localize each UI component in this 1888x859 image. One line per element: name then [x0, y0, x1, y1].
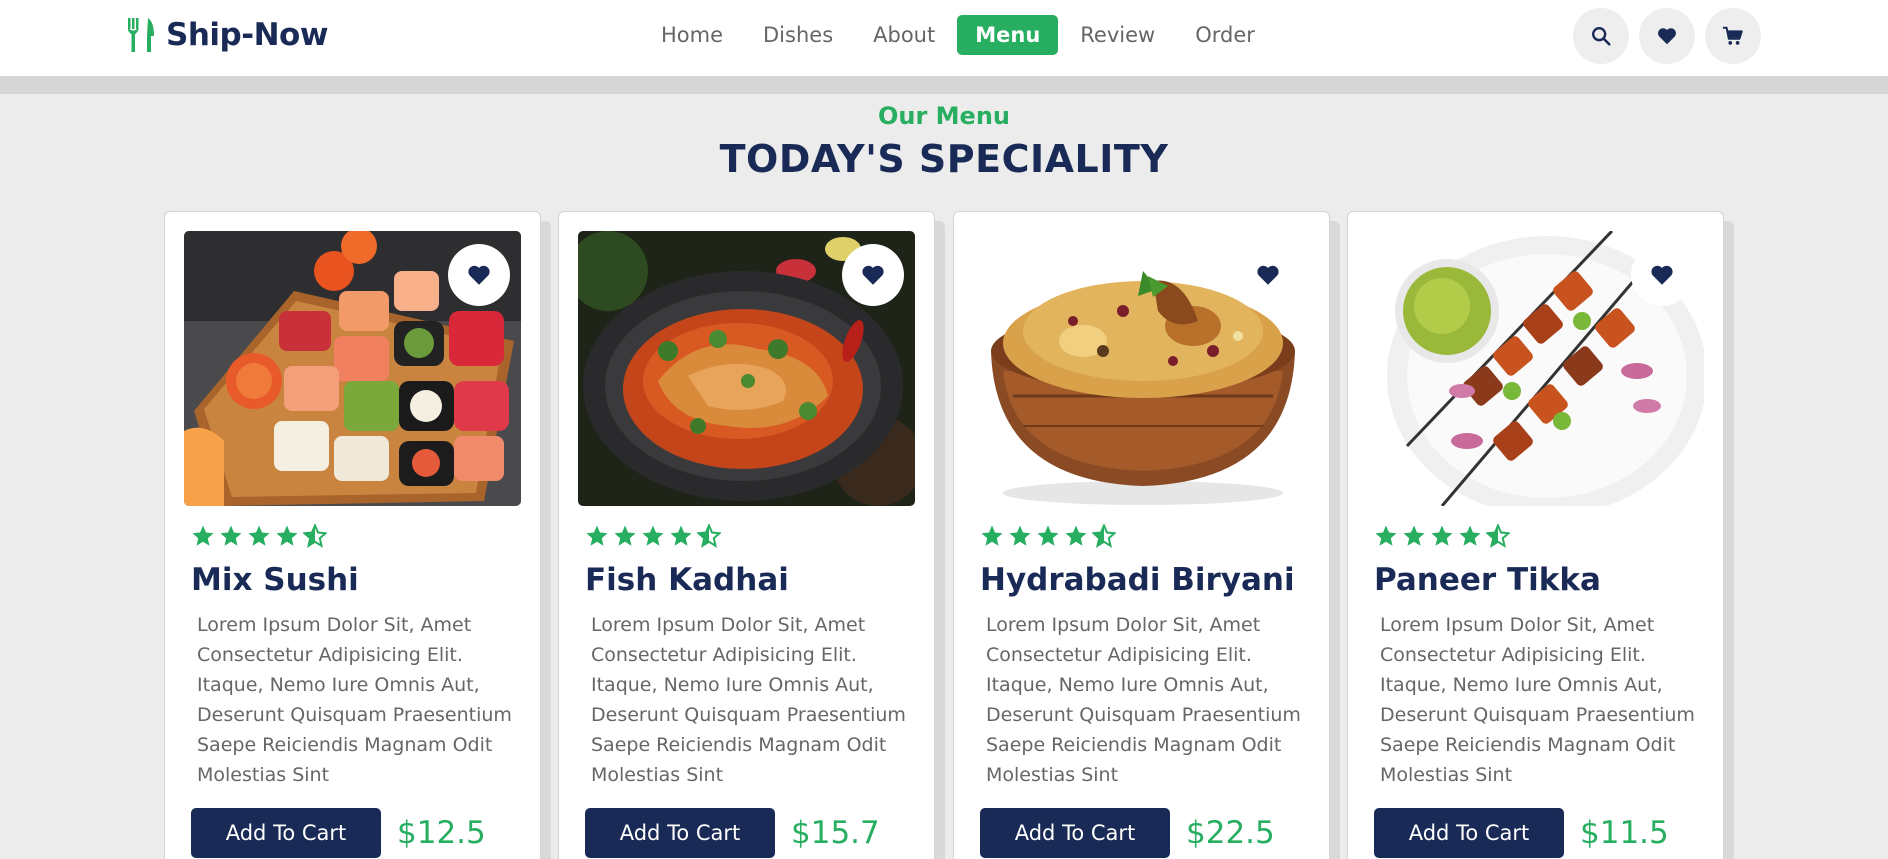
star-icon	[586, 525, 608, 546]
nav-about[interactable]: About	[853, 15, 955, 55]
nav-review[interactable]: Review	[1060, 15, 1175, 55]
search-button[interactable]	[1573, 8, 1629, 64]
add-to-cart-button[interactable]: Add To Cart	[980, 808, 1170, 858]
favorite-button[interactable]	[448, 244, 510, 306]
add-to-cart-button[interactable]: Add To Cart	[585, 808, 775, 858]
brand-name: Ship-Now	[166, 17, 328, 53]
add-to-cart-button[interactable]: Add To Cart	[1374, 808, 1564, 858]
header-icons	[1573, 8, 1761, 64]
star-icon	[614, 525, 636, 546]
dish-description: Lorem Ipsum Dolor Sit, Amet Consectetur …	[986, 614, 1301, 786]
dish-price: $12.5	[397, 815, 486, 851]
star-icon	[248, 525, 270, 546]
nav-order[interactable]: Order	[1175, 15, 1275, 55]
dish-price: $15.7	[791, 815, 880, 851]
menu-card: Hydrabadi Biryani Lorem Ipsum Dolor Sit,…	[953, 211, 1330, 859]
utensils-icon	[126, 18, 156, 52]
star-half-icon	[1486, 524, 1510, 548]
star-half-icon	[697, 524, 721, 548]
menu-card: Fish Kadhai Lorem Ipsum Dolor Sit, Amet …	[558, 211, 935, 859]
dish-description: Lorem Ipsum Dolor Sit, Amet Consectetur …	[1380, 614, 1695, 786]
star-icon	[1375, 525, 1397, 546]
header-divider	[0, 76, 1888, 94]
favorite-button[interactable]	[1237, 244, 1299, 306]
rating-stars	[585, 524, 721, 548]
add-to-cart-button[interactable]: Add To Cart	[191, 808, 381, 858]
star-half-icon	[1092, 524, 1116, 548]
wishlist-button[interactable]	[1639, 8, 1695, 64]
nav-home[interactable]: Home	[641, 15, 743, 55]
dish-title: Mix Sushi	[191, 562, 359, 598]
section-heading: TODAY'S SPECIALITY	[719, 137, 1169, 181]
heart-icon	[1658, 28, 1676, 45]
heart-icon	[1257, 265, 1279, 285]
rating-stars	[980, 524, 1116, 548]
search-icon	[1592, 27, 1611, 46]
star-icon	[1431, 525, 1453, 546]
dish-price: $11.5	[1580, 815, 1669, 851]
dish-description: Lorem Ipsum Dolor Sit, Amet Consectetur …	[197, 614, 512, 786]
heart-icon	[862, 265, 884, 285]
dish-title: Fish Kadhai	[585, 562, 789, 598]
rating-stars	[1374, 524, 1510, 548]
menu-card: Paneer Tikka Lorem Ipsum Dolor Sit, Amet…	[1347, 211, 1724, 859]
star-half-icon	[303, 524, 327, 548]
dish-title: Paneer Tikka	[1374, 562, 1601, 598]
section-subheading: Our Menu	[877, 102, 1010, 130]
favorite-button[interactable]	[842, 244, 904, 306]
dish-price: $22.5	[1186, 815, 1275, 851]
star-icon	[1037, 525, 1059, 546]
site-header: Ship-Now Home Dishes About Menu Review O…	[0, 0, 1888, 76]
star-icon	[642, 525, 664, 546]
star-icon	[1065, 525, 1087, 546]
star-icon	[670, 525, 692, 546]
heart-icon	[468, 265, 490, 285]
star-icon	[1009, 525, 1031, 546]
logo[interactable]: Ship-Now	[126, 17, 328, 53]
dish-description: Lorem Ipsum Dolor Sit, Amet Consectetur …	[591, 614, 906, 786]
favorite-button[interactable]	[1631, 244, 1693, 306]
cart-icon	[1722, 26, 1743, 45]
star-icon	[276, 525, 298, 546]
rating-stars	[191, 524, 327, 548]
heart-icon	[1651, 265, 1673, 285]
star-icon	[1459, 525, 1481, 546]
cart-button[interactable]	[1705, 8, 1761, 64]
star-icon	[192, 525, 214, 546]
nav-dishes[interactable]: Dishes	[743, 15, 853, 55]
menu-card: Mix Sushi Lorem Ipsum Dolor Sit, Amet Co…	[164, 211, 541, 859]
star-icon	[981, 525, 1003, 546]
star-icon	[1403, 525, 1425, 546]
dish-title: Hydrabadi Biryani	[980, 562, 1295, 598]
main-nav: Home Dishes About Menu Review Order	[641, 15, 1275, 55]
nav-menu[interactable]: Menu	[957, 15, 1059, 55]
star-icon	[220, 525, 242, 546]
